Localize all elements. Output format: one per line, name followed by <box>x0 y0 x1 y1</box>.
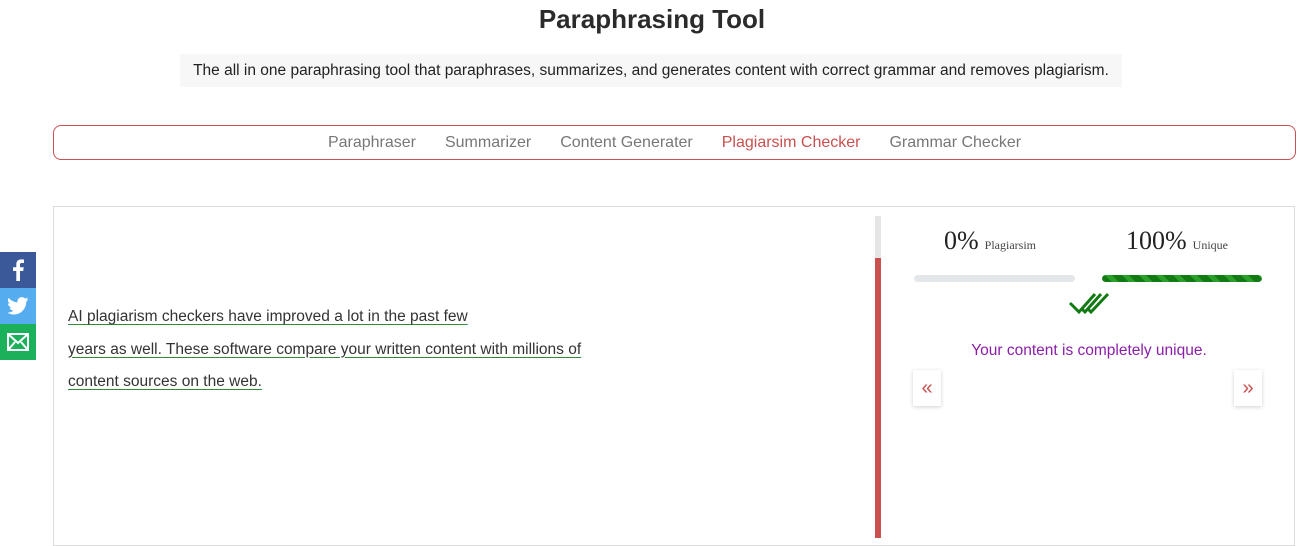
twitter-icon <box>7 297 29 315</box>
editor-line-text: years as well. These software compare yo… <box>68 340 582 358</box>
text-editor[interactable]: AI plagiarism checkers have improved a l… <box>68 300 688 398</box>
plagiarism-label: Plagiarsim <box>984 238 1036 252</box>
unique-progress-fill <box>1102 275 1262 282</box>
tab-paraphraser[interactable]: Paraphraser <box>328 134 416 152</box>
double-chevron-right-icon: » <box>1242 376 1254 399</box>
email-share-button[interactable] <box>0 324 36 360</box>
facebook-share-button[interactable] <box>0 252 36 288</box>
page-title: Paraphrasing Tool <box>538 4 766 34</box>
result-message: Your content is completely unique. <box>971 342 1207 359</box>
page-subtitle: The all in one paraphrasing tool that pa… <box>180 54 1122 87</box>
plagiarism-progress-bar <box>914 275 1075 282</box>
plagiarism-percent: 0% <box>944 226 979 255</box>
twitter-share-button[interactable] <box>0 288 36 324</box>
unique-stat: 100% Unique <box>1126 226 1228 256</box>
scroll-track-fill[interactable] <box>875 257 881 538</box>
tab-summarizer[interactable]: Summarizer <box>445 134 531 152</box>
previous-button[interactable]: « <box>913 370 941 406</box>
scroll-track[interactable] <box>875 216 881 538</box>
editor-line: AI plagiarism checkers have improved a l… <box>68 300 688 333</box>
facebook-icon <box>13 259 24 281</box>
tool-tabs: Paraphraser Summarizer Content Generater… <box>53 125 1296 160</box>
unique-label: Unique <box>1192 238 1228 252</box>
tab-grammar-checker[interactable]: Grammar Checker <box>889 134 1021 152</box>
editor-line: content sources on the web. <box>68 365 688 398</box>
unique-progress-bar <box>1102 275 1262 282</box>
unique-percent: 100% <box>1126 226 1187 255</box>
editor-line: years as well. These software compare yo… <box>68 333 688 366</box>
next-button[interactable]: » <box>1234 370 1262 406</box>
tab-content-generator[interactable]: Content Generater <box>560 134 693 152</box>
editor-line-text: content sources on the web. <box>68 373 262 390</box>
double-chevron-left-icon: « <box>921 376 933 399</box>
double-check-icon <box>1068 292 1110 315</box>
email-icon <box>7 333 29 351</box>
editor-line-text: AI plagiarism checkers have improved a l… <box>68 308 468 325</box>
plagiarism-stat: 0% Plagiarsim <box>944 226 1036 256</box>
tab-plagiarism-checker[interactable]: Plagiarsim Checker <box>722 134 861 152</box>
